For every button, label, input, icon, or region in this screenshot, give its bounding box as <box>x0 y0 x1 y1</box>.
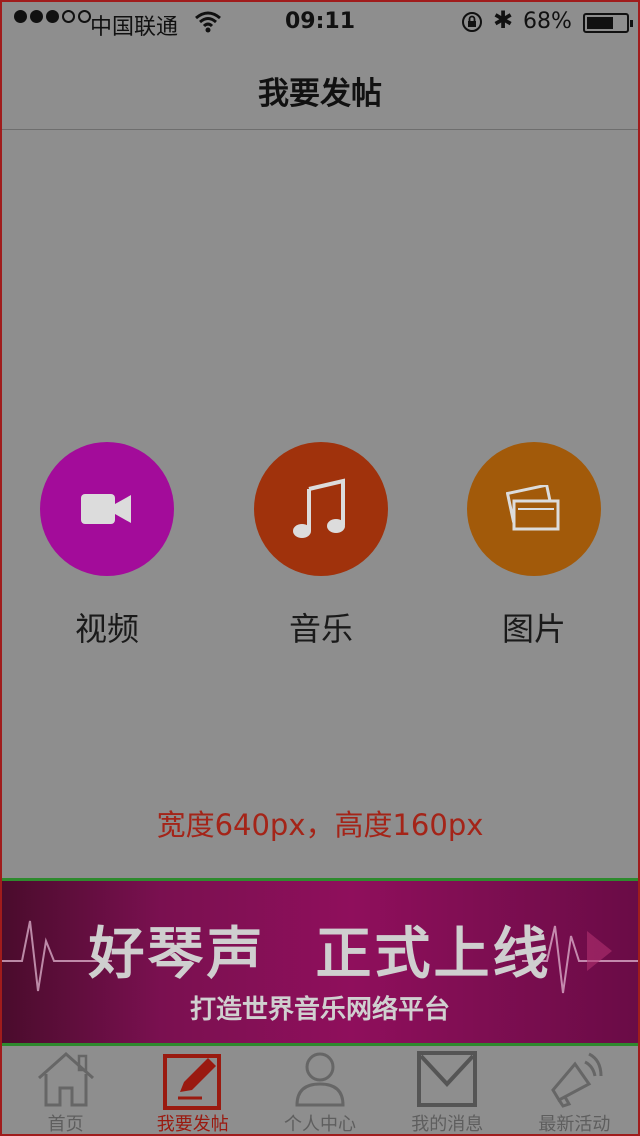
tab-label: 首页 <box>47 1114 84 1135</box>
video-camera-icon <box>81 494 131 524</box>
compose-icon <box>162 1054 221 1110</box>
banner-title-left: 好琴声 <box>88 922 266 987</box>
banner-size-hint: 宽度640px，高度160px <box>156 808 484 842</box>
battery-percentage: 68% <box>523 9 572 34</box>
option-picture[interactable]: 图片 <box>467 442 601 650</box>
mail-icon <box>417 1051 478 1107</box>
status-bar: 中国联通 09:11 ✱ 68% <box>2 2 638 44</box>
battery-icon <box>583 13 633 33</box>
tab-events[interactable]: 最新活动 <box>511 1046 638 1135</box>
video-button[interactable] <box>40 442 174 576</box>
picture-icon <box>506 485 560 531</box>
tab-bar: 首页 我要发帖 个人中心 我的消息 最新活动 <box>2 1046 638 1135</box>
banner-title: 好琴声 正式上线 <box>2 909 638 990</box>
megaphone-icon <box>551 1052 603 1108</box>
tab-label: 我的消息 <box>411 1114 484 1135</box>
page-title: 我要发帖 <box>258 76 382 112</box>
banner-title-right: 正式上线 <box>315 922 552 987</box>
picture-button[interactable] <box>467 442 601 576</box>
option-video[interactable]: 视频 <box>40 442 174 650</box>
tab-profile[interactable]: 个人中心 <box>256 1046 383 1135</box>
navigation-bar: 我要发帖 <box>2 44 638 130</box>
tab-messages[interactable]: 我的消息 <box>384 1046 511 1135</box>
promo-banner[interactable]: 好琴声 正式上线 打造世界音乐网络平台 <box>2 878 638 1046</box>
option-label: 音乐 <box>288 610 353 648</box>
tab-label: 最新活动 <box>538 1114 611 1135</box>
home-icon <box>37 1051 94 1107</box>
tab-home[interactable]: 首页 <box>2 1046 129 1135</box>
banner-subtitle: 打造世界音乐网络平台 <box>189 995 450 1025</box>
music-button[interactable] <box>254 442 388 576</box>
option-label: 图片 <box>501 610 566 648</box>
app-screen: 中国联通 09:11 ✱ 68% 我要发帖 视频 音乐 图片 宽度640px，高… <box>0 0 640 1136</box>
option-music[interactable]: 音乐 <box>254 442 388 650</box>
music-note-icon <box>293 478 345 538</box>
user-icon <box>295 1052 345 1107</box>
tab-label: 个人中心 <box>284 1114 356 1135</box>
bluetooth-icon: ✱ <box>493 6 514 34</box>
option-label: 视频 <box>74 610 139 648</box>
tab-label: 我要发帖 <box>156 1114 229 1135</box>
rotation-lock-icon <box>462 12 482 32</box>
tab-compose[interactable]: 我要发帖 <box>129 1046 256 1135</box>
